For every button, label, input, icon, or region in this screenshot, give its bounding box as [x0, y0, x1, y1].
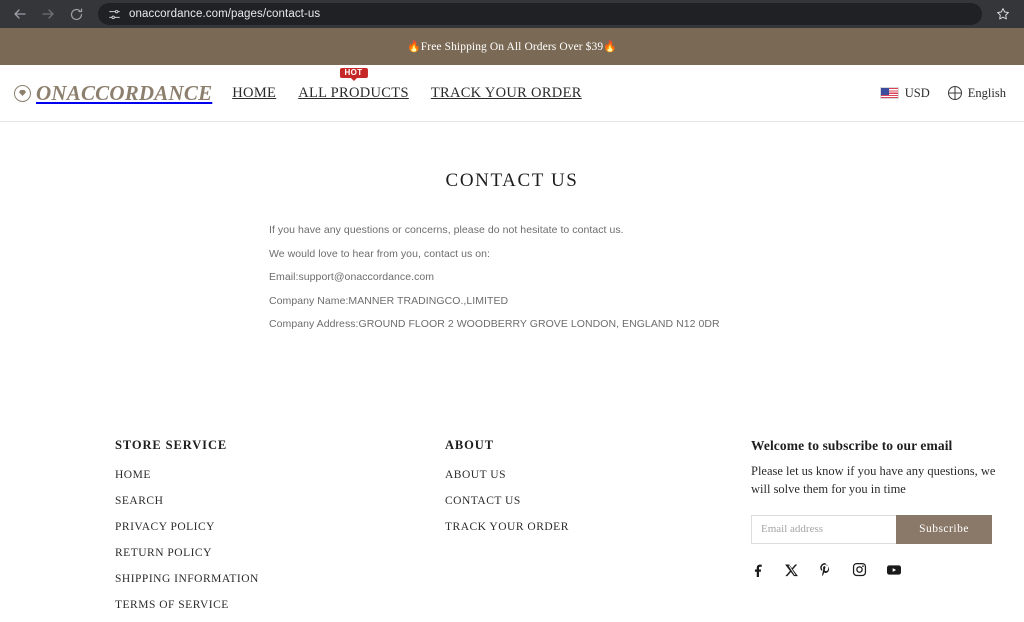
footer-link-home[interactable]: HOME	[115, 469, 445, 481]
subscribe-button[interactable]: Subscribe	[896, 514, 992, 544]
footer-link-return-policy[interactable]: RETURN POLICY	[115, 547, 445, 559]
page-title: CONTACT US	[445, 170, 579, 191]
reload-button[interactable]	[64, 2, 88, 26]
nav-item-home[interactable]: HOME	[232, 85, 276, 102]
announcement-bar: 🔥 Free Shipping On All Orders Over $39 🔥	[0, 28, 1024, 65]
globe-icon	[947, 86, 962, 100]
fire-emoji-left: 🔥	[406, 41, 421, 53]
currency-selector[interactable]: USD	[879, 85, 930, 101]
browser-toolbar: onaccordance.com/pages/contact-us	[0, 0, 1024, 28]
footer-heading-store-service: STORE SERVICE	[115, 438, 228, 452]
footer-link-contact-us[interactable]: CONTACT US	[445, 495, 751, 507]
footer-column-about: ABOUT ABOUT US CONTACT US TRACK YOUR ORD…	[445, 438, 751, 622]
instagram-icon[interactable]	[852, 562, 867, 577]
footer-link-about-us[interactable]: ABOUT US	[445, 469, 751, 481]
main-navigation: HOME HOT ALL PRODUCTS TRACK YOUR ORDER	[232, 67, 582, 102]
us-flag-icon	[879, 87, 899, 99]
footer-column-store-service: STORE SERVICE HOME SEARCH PRIVACY POLICY…	[115, 438, 445, 622]
footer-link-shipping-information[interactable]: SHIPPING INFORMATION	[115, 573, 445, 585]
language-label: English	[967, 85, 1006, 100]
arrow-left-icon	[14, 9, 26, 19]
footer-link-track-your-order[interactable]: TRACK YOUR ORDER	[445, 521, 751, 533]
address-bar[interactable]: onaccordance.com/pages/contact-us	[98, 3, 982, 25]
contact-line-company-address: Company Address:GROUND FLOOR 2 WOODBERRY…	[269, 318, 720, 330]
bookmark-button[interactable]	[992, 3, 1014, 25]
site-header: ONACCORDANCE HOME HOT ALL PRODUCTS TRACK…	[0, 65, 1024, 122]
reload-icon	[70, 7, 82, 20]
facebook-icon[interactable]	[751, 562, 766, 577]
main-content: CONTACT US If you have any questions or …	[0, 122, 1024, 330]
back-button[interactable]	[8, 2, 32, 26]
newsletter-form: Subscribe	[751, 514, 992, 544]
page-viewport: 🔥 Free Shipping On All Orders Over $39 🔥…	[0, 28, 1024, 622]
nav-item-label: ALL PRODUCTS	[298, 84, 409, 101]
contact-line-email: Email:support@onaccordance.com	[269, 271, 435, 283]
fire-emoji-right: 🔥	[603, 41, 618, 53]
contact-details: If you have any questions or concerns, p…	[269, 225, 969, 330]
newsletter-title: Welcome to subscribe to our email	[751, 438, 953, 453]
x-twitter-icon[interactable]	[785, 563, 799, 577]
tune-icon[interactable]	[108, 8, 121, 21]
contact-line-company-name: Company Name:MANNER TRADINGCO.,LIMITED	[269, 294, 509, 307]
currency-label: USD	[904, 85, 930, 100]
language-selector[interactable]: English	[947, 85, 1006, 101]
footer-link-privacy-policy[interactable]: PRIVACY POLICY	[115, 521, 445, 533]
forward-button[interactable]	[36, 2, 60, 26]
site-footer: STORE SERVICE HOME SEARCH PRIVACY POLICY…	[0, 438, 1024, 622]
arrow-right-icon	[42, 9, 54, 19]
nav-item-all-products[interactable]: HOT ALL PRODUCTS	[298, 67, 409, 102]
footer-link-terms-of-service[interactable]: TERMS OF SERVICE	[115, 599, 445, 611]
footer-column-newsletter: Welcome to subscribe to our email Please…	[751, 438, 996, 622]
star-icon	[997, 8, 1009, 20]
social-links	[751, 562, 996, 578]
nav-item-label: HOME	[232, 84, 277, 101]
contact-line-intro: If you have any questions or concerns, p…	[269, 224, 624, 236]
brand-name: ONACCORDANCE	[36, 80, 213, 105]
youtube-icon[interactable]	[886, 562, 902, 578]
footer-link-search[interactable]: SEARCH	[115, 495, 445, 507]
nav-item-track-your-order[interactable]: TRACK YOUR ORDER	[431, 85, 582, 102]
url-text: onaccordance.com/pages/contact-us	[129, 8, 321, 20]
contact-line-invite: We would love to hear from you, contact …	[269, 247, 490, 260]
newsletter-description: Please let us know if you have any quest…	[751, 464, 996, 496]
nav-item-label: TRACK YOUR ORDER	[430, 84, 582, 101]
announcement-text: Free Shipping On All Orders Over $39	[420, 40, 604, 53]
gem-circle-logo-icon	[14, 84, 31, 102]
email-input[interactable]	[751, 514, 896, 544]
brand-logo[interactable]: ONACCORDANCE	[14, 81, 212, 106]
pinterest-icon[interactable]	[818, 562, 833, 577]
header-utilities: USD English	[879, 85, 1006, 101]
footer-heading-about: ABOUT	[445, 438, 494, 452]
hot-badge: HOT	[339, 67, 368, 78]
